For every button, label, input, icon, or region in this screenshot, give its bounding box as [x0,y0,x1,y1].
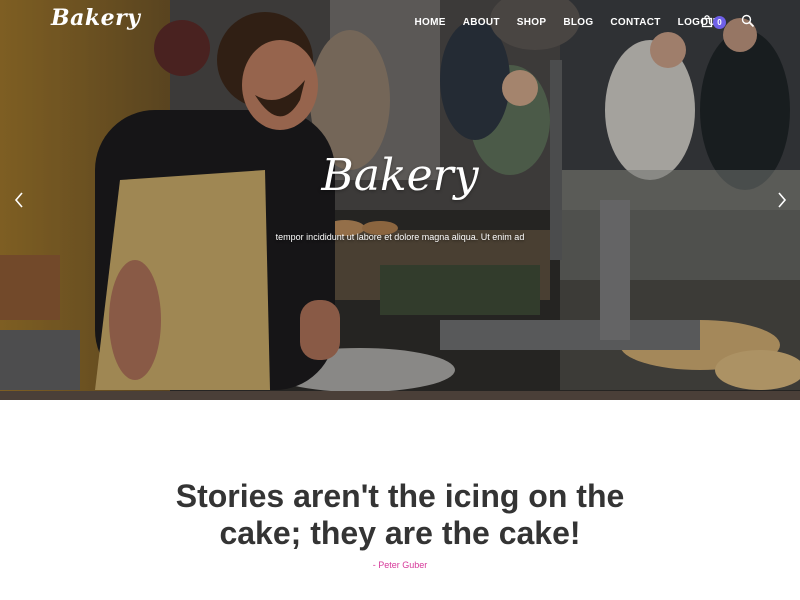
quote-text: Stories aren't the icing on the cake; th… [175,478,625,551]
hero-slider: Bakery tempor incididunt ut labore et do… [0,0,800,400]
search-icon [741,14,755,28]
main-nav: HOME ABOUT SHOP BLOG CONTACT LOGOUT [406,0,731,44]
chevron-right-icon [778,192,787,208]
nav-item-blog[interactable]: BLOG [563,17,593,28]
nav-item-contact[interactable]: CONTACT [610,17,660,28]
slider-next-button[interactable] [775,190,789,210]
nav-item-about[interactable]: ABOUT [463,17,500,28]
slider-prev-button[interactable] [12,190,26,210]
cart-button[interactable]: 0 [700,13,730,31]
nav-item-home[interactable]: HOME [415,17,446,28]
hero-bottom-band [0,391,800,400]
shopping-bag-icon [701,15,713,28]
chevron-left-icon [14,192,23,208]
hero-subtitle: tempor incididunt ut labore et dolore ma… [275,232,525,242]
site-logo[interactable]: Bakery [51,5,140,31]
cart-count-badge: 0 [713,16,726,29]
nav-item-shop[interactable]: SHOP [517,17,547,28]
hero-title: Bakery [321,150,479,201]
search-button[interactable] [741,14,755,28]
site-header: Bakery HOME ABOUT SHOP BLOG CONTACT LOGO… [0,0,800,44]
quote-author: - Peter Guber [372,560,428,570]
